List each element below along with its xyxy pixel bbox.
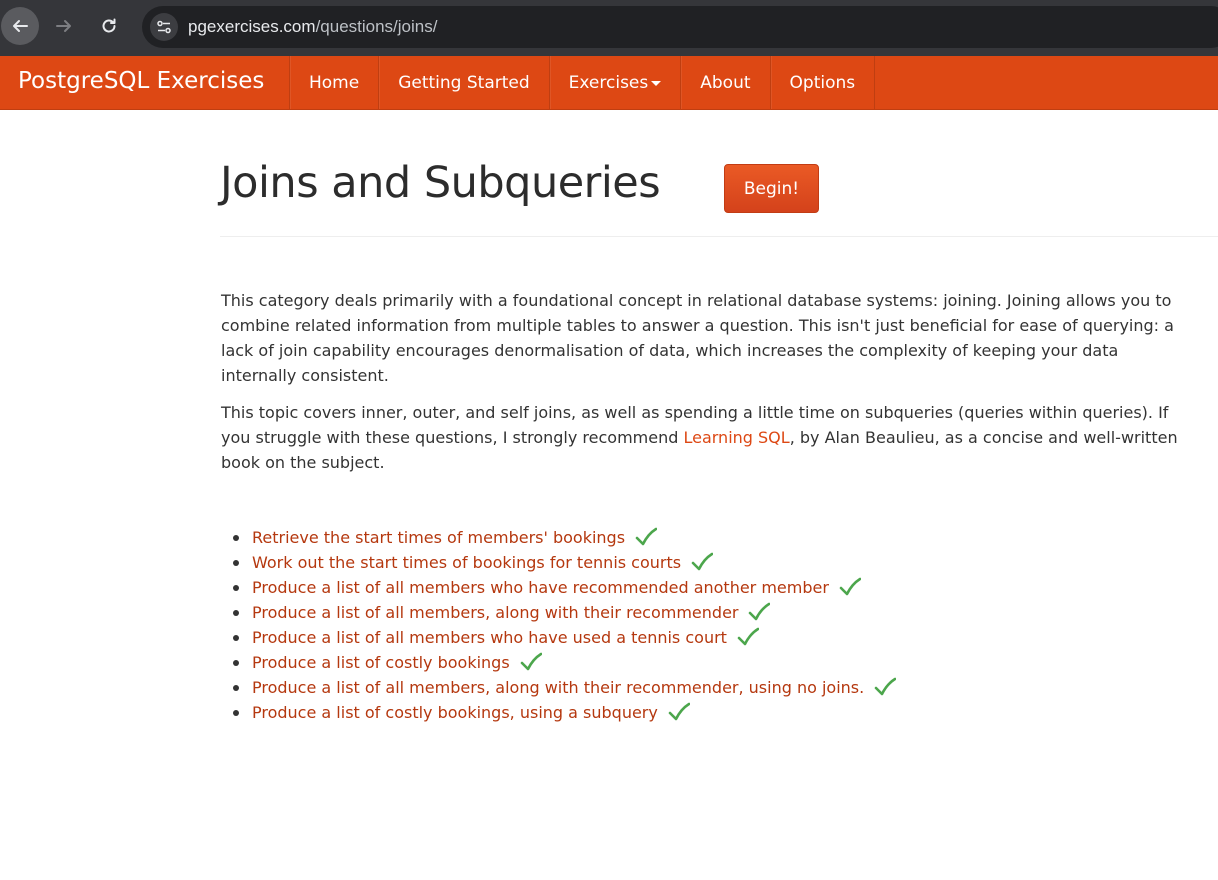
bullet-icon xyxy=(233,585,239,591)
reload-icon xyxy=(102,18,116,33)
checkmark-icon xyxy=(737,627,759,645)
exercise-link[interactable]: Retrieve the start times of members' boo… xyxy=(252,528,625,547)
exercise-link[interactable]: Produce a list of all members who have u… xyxy=(252,628,727,647)
bullet-icon xyxy=(233,635,239,641)
exercise-link[interactable]: Produce a list of costly bookings xyxy=(252,653,510,672)
nav-about[interactable]: About xyxy=(681,56,771,109)
arrow-left-icon xyxy=(13,20,28,32)
address-bar[interactable]: pgexercises.com/questions/joins/ xyxy=(142,6,1218,48)
checkmark-icon xyxy=(839,577,861,595)
list-item: Produce a list of all members, along wit… xyxy=(232,600,896,625)
list-item: Work out the start times of bookings for… xyxy=(232,550,896,575)
site-settings-icon[interactable] xyxy=(150,13,178,41)
list-item: Produce a list of all members who have r… xyxy=(232,575,896,600)
exercise-list: Retrieve the start times of members' boo… xyxy=(232,525,897,725)
forward-button[interactable] xyxy=(45,7,83,45)
site-navbar: PostgreSQL Exercises Home Getting Starte… xyxy=(0,56,1218,110)
checkmark-icon xyxy=(668,702,690,720)
list-item: Produce a list of all members who have u… xyxy=(232,625,896,650)
list-item: Retrieve the start times of members' boo… xyxy=(232,525,896,550)
nav-home[interactable]: Home xyxy=(290,56,380,109)
bullet-icon xyxy=(233,610,239,616)
list-item: Produce a list of all members, along wit… xyxy=(232,675,897,700)
reload-button[interactable] xyxy=(90,7,128,45)
url-host: pgexercises.com xyxy=(188,17,316,36)
nav-exercises[interactable]: Exercises xyxy=(550,56,682,109)
checkmark-icon xyxy=(749,602,771,620)
begin-button[interactable]: Begin! xyxy=(724,164,819,213)
category-description: This category deals primarily with a fou… xyxy=(221,288,1196,487)
bullet-icon xyxy=(233,660,239,666)
bullet-icon xyxy=(233,685,239,691)
description-paragraph-2: This topic covers inner, outer, and self… xyxy=(221,400,1196,475)
nav-exercises-label: Exercises xyxy=(568,72,649,93)
description-paragraph-1: This category deals primarily with a fou… xyxy=(221,291,1174,385)
back-button[interactable] xyxy=(1,7,39,45)
checkmark-icon xyxy=(520,652,542,670)
arrow-right-icon xyxy=(56,20,71,32)
header-divider xyxy=(220,236,1218,237)
site-brand[interactable]: PostgreSQL Exercises xyxy=(18,68,264,94)
list-item: Produce a list of costly bookings, using… xyxy=(232,700,896,725)
caret-down-icon xyxy=(651,81,662,86)
exercise-link[interactable]: Produce a list of all members, along wit… xyxy=(252,603,738,622)
page-title: Joins and Subqueries xyxy=(220,158,661,208)
bullet-icon xyxy=(233,560,239,566)
exercise-link[interactable]: Produce a list of all members, along wit… xyxy=(252,678,864,697)
bullet-icon xyxy=(233,710,239,716)
nav-options[interactable]: Options xyxy=(771,56,876,109)
url-path: /questions/joins/ xyxy=(315,17,438,36)
checkmark-icon xyxy=(874,677,897,695)
url-text: pgexercises.com/questions/joins/ xyxy=(188,17,437,37)
checkmark-icon xyxy=(691,552,714,570)
exercise-link[interactable]: Work out the start times of bookings for… xyxy=(252,553,681,572)
list-item: Produce a list of costly bookings xyxy=(232,650,896,675)
learning-sql-link[interactable]: Learning SQL xyxy=(683,428,789,447)
exercise-link[interactable]: Produce a list of all members who have r… xyxy=(252,578,829,597)
browser-toolbar: pgexercises.com/questions/joins/ xyxy=(0,0,1218,56)
bullet-icon xyxy=(233,535,239,541)
checkmark-icon xyxy=(635,527,658,545)
exercise-link[interactable]: Produce a list of costly bookings, using… xyxy=(252,703,658,722)
nav-getting-started[interactable]: Getting Started xyxy=(379,56,550,109)
main-nav: Home Getting Started Exercises About Opt… xyxy=(289,56,876,109)
